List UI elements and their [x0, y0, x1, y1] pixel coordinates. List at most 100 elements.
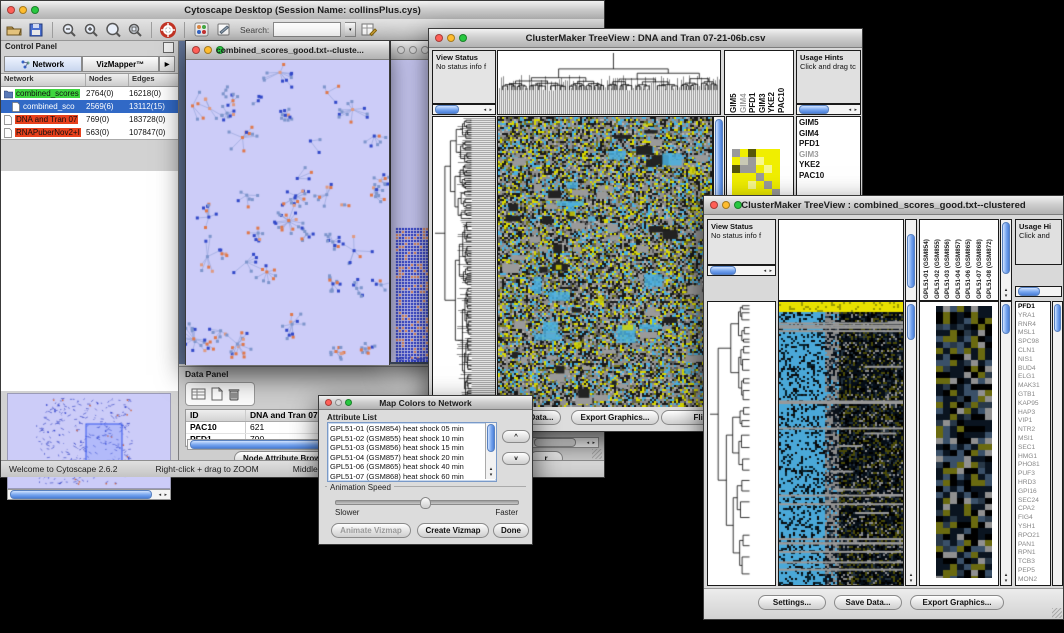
gene-label[interactable]: MAK31: [1018, 382, 1050, 391]
gene-label[interactable]: YSH1: [1018, 523, 1050, 532]
scroll-arrows[interactable]: ◂ ▸: [159, 492, 170, 498]
gene-label[interactable]: PUF3: [1018, 470, 1050, 479]
network-table-row[interactable]: combined_scores2764(0)16218(0): [1, 87, 178, 100]
create-vizmap-button[interactable]: Create Vizmap: [417, 523, 489, 538]
tv2-column-tree-area[interactable]: [778, 219, 904, 301]
attribute-list-vscrollbar[interactable]: ▴▾: [485, 423, 496, 479]
treeview-button-export-graphics-[interactable]: Export Graphics...: [571, 410, 659, 425]
open-folder-icon[interactable]: [5, 21, 23, 39]
summary-cell[interactable]: [756, 181, 764, 189]
new-attribute-icon[interactable]: [211, 387, 223, 401]
tv2-thumbnail-vscrollbar[interactable]: ▴▾: [1000, 301, 1012, 586]
animate-vizmap-button[interactable]: Animate Vizmap: [331, 523, 411, 538]
tab-overflow-arrow[interactable]: ▶: [159, 56, 175, 72]
gene-label[interactable]: YRA1: [1018, 312, 1050, 321]
summary-cell[interactable]: [732, 165, 740, 173]
main-titlebar[interactable]: Cytoscape Desktop (Session Name: collins…: [1, 1, 604, 20]
tv1-column-dendrogram[interactable]: [497, 50, 721, 115]
gene-label[interactable]: CLN1: [1018, 347, 1050, 356]
attribute-list-item[interactable]: GPL51-06 (GSM865) heat shock 40 min: [328, 462, 496, 472]
gene-label[interactable]: GIM3: [799, 150, 860, 161]
gene-label[interactable]: NTR2: [1018, 426, 1050, 435]
gene-label[interactable]: YKE2: [799, 160, 860, 171]
summary-cell[interactable]: [732, 157, 740, 165]
gene-label[interactable]: SEC24: [1018, 497, 1050, 506]
resize-grip[interactable]: [592, 449, 602, 459]
summary-cell[interactable]: [740, 173, 748, 181]
zoom-selected-icon[interactable]: [126, 21, 144, 39]
network-table-row[interactable]: RNAPuberNov2+I563(0)107847(0): [1, 126, 178, 139]
summary-cell[interactable]: [772, 157, 780, 165]
dialog-titlebar[interactable]: Map Colors to Network: [319, 396, 532, 410]
summary-cell[interactable]: [764, 173, 772, 181]
tv2-labels-vscrollbar[interactable]: ▴▾: [1000, 219, 1012, 301]
tv1-row-dendrogram[interactable]: [432, 116, 496, 408]
summary-cell[interactable]: [732, 181, 740, 189]
summary-cell[interactable]: [740, 157, 748, 165]
control-panel-hscrollbar[interactable]: ◂ ▸: [7, 489, 171, 500]
summary-cell[interactable]: [732, 173, 740, 181]
gene-label[interactable]: GTB1: [1018, 391, 1050, 400]
gene-label[interactable]: GIM5: [799, 118, 860, 129]
save-icon[interactable]: [27, 21, 45, 39]
close-icon[interactable]: [397, 46, 405, 54]
gene-label[interactable]: RNR4: [1018, 321, 1050, 330]
resize-grip[interactable]: [1052, 608, 1062, 618]
gene-label[interactable]: HRD3: [1018, 479, 1050, 488]
attribute-editor-icon[interactable]: [360, 21, 378, 39]
summary-cell[interactable]: [740, 165, 748, 173]
summary-cell[interactable]: [764, 181, 772, 189]
treeview-button-save-data-[interactable]: Save Data...: [834, 595, 902, 610]
gene-label[interactable]: PFD1: [1018, 303, 1050, 312]
gene-label[interactable]: MON2: [1018, 576, 1050, 585]
network-table-row[interactable]: combined_sco2569(6)13112(15): [1, 100, 178, 113]
treeview1-titlebar[interactable]: ClusterMaker TreeView : DNA and Tran 07-…: [429, 29, 862, 48]
data-panel-hscrollbar-right[interactable]: ◂ ▸: [531, 437, 599, 448]
summary-cell[interactable]: [740, 149, 748, 157]
delete-attribute-icon[interactable]: [228, 387, 240, 401]
summary-cell[interactable]: [764, 165, 772, 173]
summary-cell[interactable]: [772, 149, 780, 157]
summary-cell[interactable]: [756, 165, 764, 173]
treeview-button-settings-[interactable]: Settings...: [758, 595, 826, 610]
search-input[interactable]: [273, 22, 341, 37]
tv1-status-hscrollbar[interactable]: ◂ ▸: [432, 104, 496, 115]
gene-label[interactable]: BUD4: [1018, 365, 1050, 374]
gene-label[interactable]: RPN1: [1018, 549, 1050, 558]
summary-cell[interactable]: [748, 149, 756, 157]
close-icon[interactable]: [192, 46, 200, 54]
gene-label[interactable]: RPO21: [1018, 532, 1050, 541]
attribute-list-item[interactable]: GPL51-02 (GSM855) heat shock 10 min: [328, 434, 496, 444]
summary-cell[interactable]: [740, 181, 748, 189]
zoom-fit-icon[interactable]: [104, 21, 122, 39]
summary-cell[interactable]: [748, 181, 756, 189]
network-table-row[interactable]: DNA and Tran 07769(0)183728(0): [1, 113, 178, 126]
attr-col-id[interactable]: ID: [186, 410, 246, 421]
summary-cell[interactable]: [756, 173, 764, 181]
gene-label[interactable]: GIM4: [799, 129, 860, 140]
summary-cell[interactable]: [756, 157, 764, 165]
tv2-thumbnail-heatmap[interactable]: [936, 306, 992, 578]
gene-label[interactable]: CPA2: [1018, 505, 1050, 514]
tv2-status-hscrollbar[interactable]: ◂ ▸: [707, 265, 776, 276]
select-attributes-icon[interactable]: [191, 387, 206, 401]
done-button[interactable]: Done: [493, 523, 529, 538]
float-panel-icon[interactable]: [163, 42, 174, 53]
tv2-coltree-vscrollbar[interactable]: [905, 219, 917, 301]
move-down-button[interactable]: v: [502, 452, 530, 465]
summary-cell[interactable]: [748, 173, 756, 181]
animation-speed-slider[interactable]: [335, 500, 519, 505]
attribute-list-item[interactable]: GPL51-07 (GSM868) heat shock 60 min: [328, 472, 496, 482]
tv2-row-dendrogram[interactable]: [707, 301, 776, 586]
tv1-heatmap[interactable]: [497, 116, 713, 408]
network1-view-canvas[interactable]: [186, 60, 389, 365]
summary-cell[interactable]: [764, 149, 772, 157]
zoom-out-icon[interactable]: [60, 21, 78, 39]
attribute-list-item[interactable]: GPL51-03 (GSM856) heat shock 15 min: [328, 443, 496, 453]
gene-label[interactable]: PHO81: [1018, 461, 1050, 470]
gene-label[interactable]: HAP3: [1018, 409, 1050, 418]
gene-label[interactable]: SEC1: [1018, 444, 1050, 453]
minimize-icon[interactable]: [204, 46, 212, 54]
slider-thumb[interactable]: [420, 497, 431, 509]
tv2-heatmap-vscrollbar[interactable]: ▴▾: [905, 301, 917, 586]
